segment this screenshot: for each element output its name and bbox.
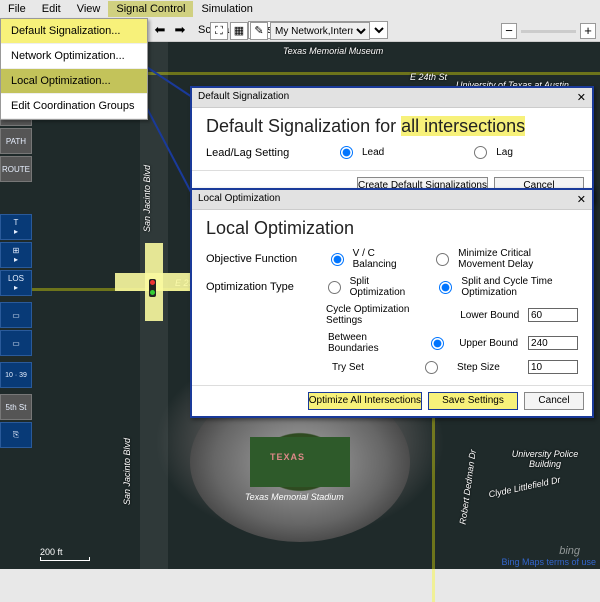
map-label-dedman: Robert Dedman Dr (458, 449, 478, 525)
map-tool-fit-icon[interactable]: ⛶ (210, 22, 228, 40)
map-tool-edit-icon[interactable]: ✎ (250, 22, 268, 40)
default-signalization-dialog: Default Signalization ✕ Default Signaliz… (190, 86, 594, 203)
menu-local-optimization[interactable]: Local Optimization... (1, 69, 147, 94)
bing-logo: bing (559, 545, 580, 557)
zoom-bar: − + (501, 22, 596, 40)
menu-default-signalization[interactable]: Default Signalization... (1, 19, 147, 44)
lead-radio[interactable] (340, 146, 353, 159)
side-los[interactable]: LOS▸ (0, 270, 32, 296)
tryset-label: Try Set (332, 362, 364, 373)
zoom-in-button[interactable]: + (580, 23, 596, 39)
mcmd-radio[interactable] (436, 253, 449, 266)
lower-bound-input[interactable] (528, 308, 578, 322)
side-split[interactable]: ⊞▸ (0, 242, 32, 268)
side-shape2[interactable]: ▭ (0, 330, 32, 356)
between-radio[interactable] (431, 337, 444, 350)
lag-radio[interactable] (474, 146, 487, 159)
menu-edit[interactable]: Edit (34, 1, 69, 17)
tryset-radio[interactable] (425, 361, 438, 374)
optimize-all-button[interactable]: Optimize All Intersections (308, 392, 422, 410)
signal-control-dropdown: Default Signalization... Network Optimiz… (0, 18, 148, 120)
step-size-input[interactable] (528, 360, 578, 374)
menu-simulation[interactable]: Simulation (193, 1, 260, 17)
opttype-label: Optimization Type (206, 281, 314, 293)
zoom-slider[interactable] (521, 30, 576, 33)
map-label-sanj2: San Jacinto Blvd (122, 438, 132, 505)
side-5th-st[interactable]: 5th St (0, 394, 32, 420)
dialog2-close-icon[interactable]: ✕ (577, 193, 586, 206)
map-credit[interactable]: Bing Maps terms of use (501, 557, 596, 567)
dialog2-title: Local Optimization (198, 193, 280, 206)
upper-bound-label: Upper Bound (459, 338, 522, 349)
menubar: File Edit View Signal Control Simulation (0, 0, 600, 18)
splitcycle-radio[interactable] (439, 281, 452, 294)
save-settings-button[interactable]: Save Settings (428, 392, 518, 410)
vc-radio[interactable] (331, 253, 344, 266)
side-route[interactable]: ROUTE (0, 156, 32, 182)
dialog2-cancel-button[interactable]: Cancel (524, 392, 584, 410)
side-t[interactable]: T▸ (0, 214, 32, 240)
scale-bar: 200 ft (40, 547, 90, 561)
menu-view[interactable]: View (69, 1, 109, 17)
dialog1-close-icon[interactable]: ✕ (577, 91, 586, 104)
split-radio[interactable] (328, 281, 341, 294)
step-size-label: Step Size (457, 362, 522, 373)
map-label-texas: TEXAS (270, 452, 305, 462)
side-toolbar: GATE PATH ROUTE T▸ ⊞▸ LOS▸ ▭ ▭ 10 · 39 5… (0, 100, 34, 450)
zoom-out-button[interactable]: − (501, 23, 517, 39)
upper-bound-input[interactable] (528, 336, 578, 350)
nav-back-icon[interactable]: ⬅ (152, 22, 168, 38)
between-label: Between Boundaries (328, 332, 417, 354)
menu-file[interactable]: File (0, 1, 34, 17)
lower-bound-label: Lower Bound (460, 310, 522, 321)
leadlag-label: Lead/Lag Setting (206, 147, 326, 159)
map-label-stadium: Texas Memorial Stadium (245, 492, 344, 502)
side-link-icon[interactable]: ⎘ (0, 422, 32, 448)
objective-label: Objective Function (206, 253, 317, 265)
map-label-police: University Police Building (505, 449, 585, 469)
menu-signal-control[interactable]: Signal Control (108, 1, 193, 17)
side-range[interactable]: 10 · 39 (0, 362, 32, 388)
map-tool-grid-icon[interactable]: ▦ (230, 22, 248, 40)
dialog1-heading: Default Signalization for all intersecti… (206, 116, 578, 137)
dialog1-title: Default Signalization (198, 91, 289, 104)
local-optimization-dialog: Local Optimization ✕ Local Optimization … (190, 188, 594, 418)
side-shape1[interactable]: ▭ (0, 302, 32, 328)
nav-forward-icon[interactable]: ➡ (172, 22, 188, 38)
menu-edit-coordination-groups[interactable]: Edit Coordination Groups (1, 94, 147, 119)
side-path[interactable]: PATH (0, 128, 32, 154)
network-select[interactable]: My Network,Internet... (270, 22, 370, 40)
intersection-detail[interactable] (115, 243, 193, 321)
dialog2-heading: Local Optimization (206, 218, 578, 239)
menu-network-optimization[interactable]: Network Optimization... (1, 44, 147, 69)
cycle-settings-label: Cycle Optimization Settings (326, 304, 448, 326)
map-label-clyde: Clyde Littlefield Dr (488, 475, 562, 500)
map-toolbar: ⛶ ▦ ✎ My Network,Internet... (210, 22, 370, 40)
